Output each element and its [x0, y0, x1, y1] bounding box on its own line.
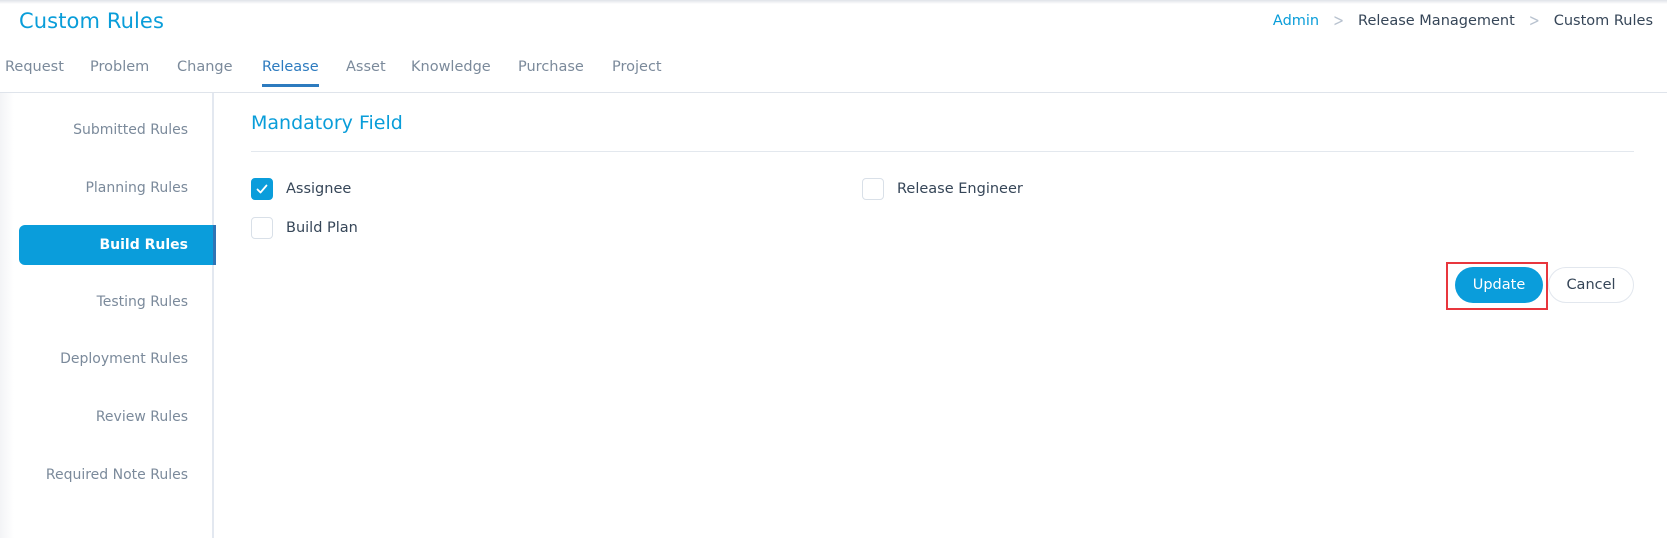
tab-knowledge[interactable]: Knowledge — [411, 59, 491, 87]
tab-problem[interactable]: Problem — [90, 59, 149, 87]
build-plan-checkbox[interactable] — [251, 217, 273, 239]
breadcrumb: Admin > Release Management > Custom Rule… — [1273, 11, 1653, 31]
field-assignee[interactable]: Assignee — [251, 178, 351, 200]
tab-project[interactable]: Project — [612, 59, 662, 87]
section-title: Mandatory Field — [251, 112, 403, 134]
assignee-label: Assignee — [286, 181, 352, 197]
release-engineer-label: Release Engineer — [897, 181, 1023, 197]
breadcrumb-release-management[interactable]: Release Management — [1358, 13, 1515, 29]
update-button[interactable]: Update — [1455, 267, 1543, 303]
chevron-right-icon: > — [1528, 11, 1540, 31]
field-release-engineer[interactable]: Release Engineer — [862, 178, 1023, 200]
sidebar-item-submitted-rules[interactable]: Submitted Rules — [19, 110, 214, 150]
section-divider — [251, 151, 1634, 152]
tab-release[interactable]: Release — [262, 59, 319, 87]
tab-asset[interactable]: Asset — [346, 59, 386, 87]
build-plan-label: Build Plan — [286, 220, 358, 236]
module-tabs: Request Problem Change Release Asset Kno… — [0, 52, 1667, 93]
sidebar-item-planning-rules[interactable]: Planning Rules — [19, 168, 214, 208]
top-shadow — [0, 0, 1667, 4]
chevron-right-icon: > — [1333, 11, 1345, 31]
sidebar-item-testing-rules[interactable]: Testing Rules — [19, 282, 214, 322]
rules-sidebar: Submitted Rules Planning Rules Build Rul… — [0, 93, 216, 538]
page-title: Custom Rules — [19, 9, 164, 33]
field-build-plan[interactable]: Build Plan — [251, 217, 358, 239]
sidebar-item-required-note-rules[interactable]: Required Note Rules — [19, 455, 214, 495]
tab-change[interactable]: Change — [177, 59, 233, 87]
cancel-button[interactable]: Cancel — [1548, 267, 1634, 303]
breadcrumb-custom-rules: Custom Rules — [1553, 13, 1653, 29]
tab-purchase[interactable]: Purchase — [518, 59, 584, 87]
assignee-checkbox[interactable] — [251, 178, 273, 200]
breadcrumb-admin[interactable]: Admin — [1273, 13, 1319, 29]
sidebar-item-deployment-rules[interactable]: Deployment Rules — [19, 339, 214, 379]
checkmark-icon — [256, 184, 268, 194]
tab-request[interactable]: Request — [5, 59, 64, 87]
sidebar-item-build-rules[interactable]: Build Rules — [19, 225, 216, 265]
sidebar-item-review-rules[interactable]: Review Rules — [19, 397, 214, 437]
release-engineer-checkbox[interactable] — [862, 178, 884, 200]
